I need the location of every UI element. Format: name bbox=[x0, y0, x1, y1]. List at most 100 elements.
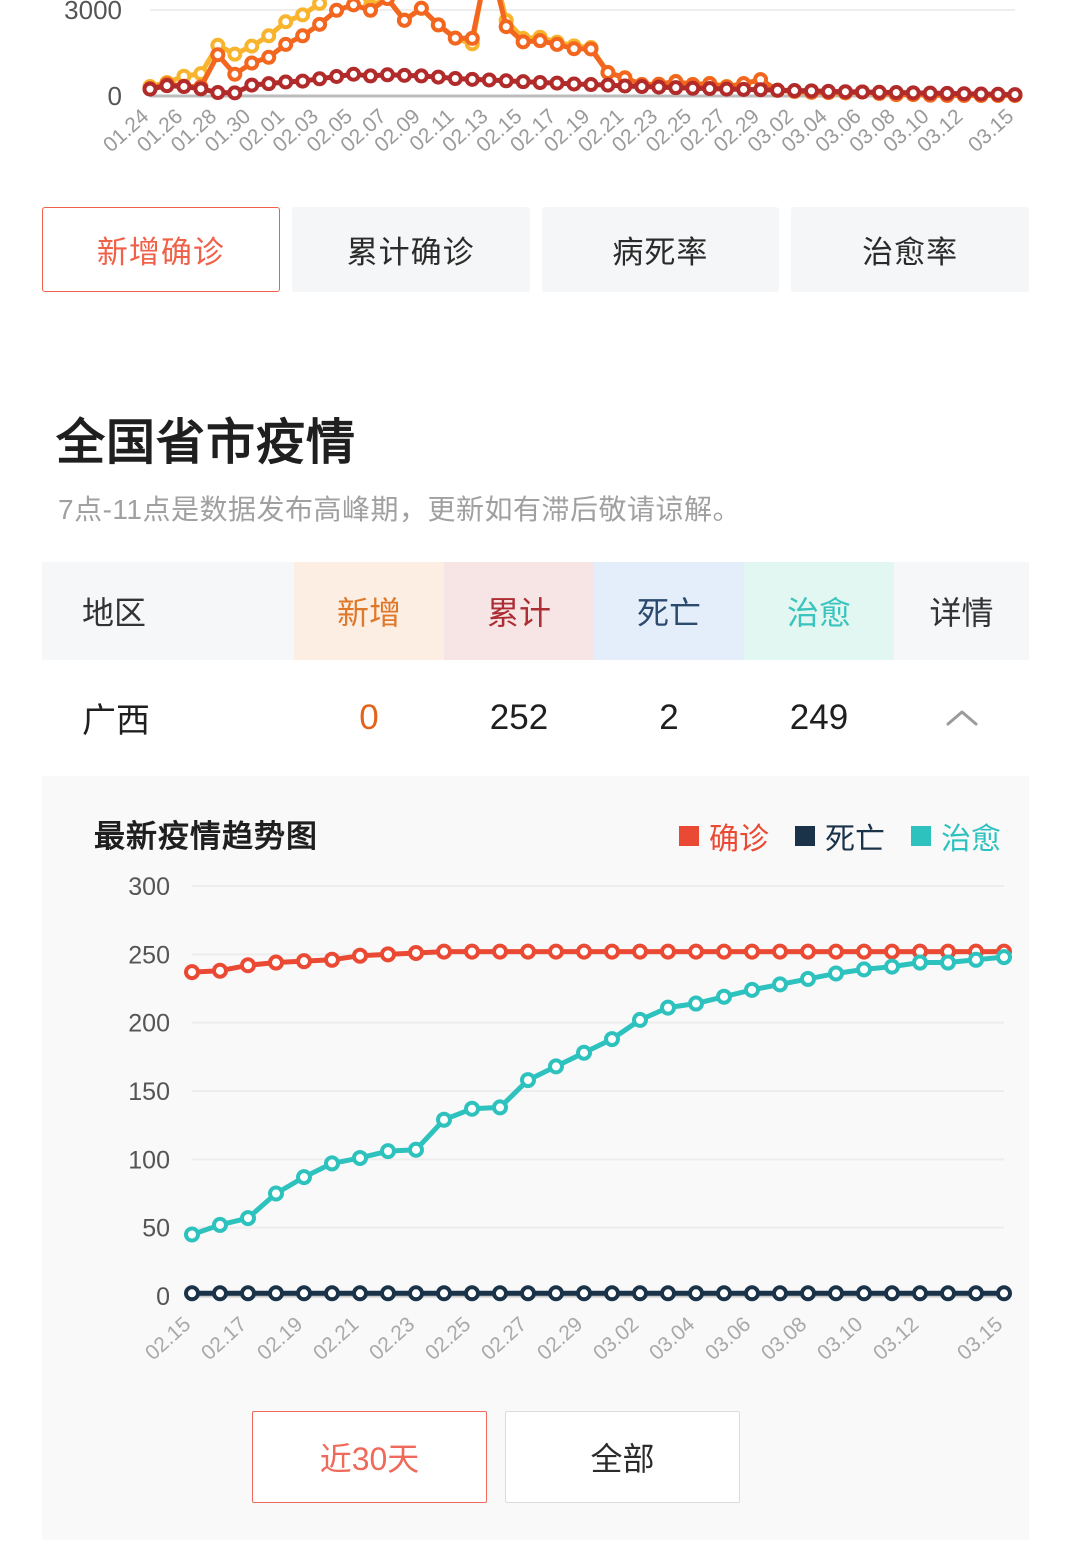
province-point bbox=[912, 954, 928, 971]
province-point bbox=[380, 946, 396, 963]
province-point bbox=[744, 981, 760, 998]
national-point bbox=[362, 2, 378, 18]
range-button-30days-label: 近30天 bbox=[319, 1441, 420, 1477]
national-point bbox=[464, 71, 480, 87]
province-point bbox=[464, 943, 480, 960]
table-row[interactable]: 广西 0 252 2 249 bbox=[42, 660, 1029, 775]
national-point bbox=[329, 69, 345, 85]
national-point bbox=[973, 86, 989, 102]
national-point bbox=[312, 0, 328, 11]
national-point bbox=[227, 66, 243, 82]
national-point bbox=[295, 28, 311, 44]
province-point bbox=[408, 1285, 424, 1302]
chevron-up-icon[interactable] bbox=[942, 706, 982, 730]
province-point bbox=[772, 943, 788, 960]
province-x-tick: 02.19 bbox=[253, 1313, 307, 1365]
national-point bbox=[159, 78, 175, 94]
province-point bbox=[912, 1285, 928, 1302]
tab-recovery-rate[interactable]: 治愈率 bbox=[791, 207, 1029, 292]
national-point bbox=[820, 83, 836, 99]
province-x-tick: 03.10 bbox=[813, 1313, 867, 1365]
province-x-tick: 03.12 bbox=[869, 1313, 923, 1365]
province-point bbox=[576, 1044, 592, 1061]
national-point bbox=[770, 82, 786, 98]
province-point bbox=[408, 944, 424, 961]
national-point bbox=[362, 68, 378, 84]
province-point bbox=[184, 1226, 200, 1243]
province-line-治愈 bbox=[189, 954, 1007, 1237]
national-point bbox=[413, 68, 429, 84]
province-point bbox=[996, 949, 1012, 966]
national-point bbox=[956, 86, 972, 102]
province-point bbox=[548, 1058, 564, 1075]
national-point bbox=[990, 86, 1006, 102]
tab-total-confirmed[interactable]: 累计确诊 bbox=[291, 207, 530, 292]
national-point bbox=[787, 83, 803, 99]
province-point bbox=[576, 943, 592, 960]
province-ytick-200: 200 bbox=[128, 1010, 170, 1038]
column-header-total: 累计 bbox=[444, 562, 594, 660]
province-point bbox=[212, 1285, 228, 1302]
province-ytick-50: 50 bbox=[142, 1215, 170, 1243]
province-point bbox=[884, 958, 900, 975]
province-chart-x-ticks: 02.15 02.17 02.19 02.21 02.23 02.25 02.27 02.29… bbox=[141, 1312, 1007, 1364]
province-point bbox=[436, 1285, 452, 1302]
national-point bbox=[905, 85, 921, 101]
tab-total-confirmed-label: 累计确诊 bbox=[346, 235, 475, 270]
province-point bbox=[884, 943, 900, 960]
province-point bbox=[660, 999, 676, 1016]
range-button-group: 近30天 全部 bbox=[252, 1411, 792, 1503]
national-point bbox=[583, 77, 599, 93]
tab-new-confirmed[interactable]: 新增确诊 bbox=[42, 207, 280, 292]
national-point bbox=[396, 12, 412, 28]
range-button-30days[interactable]: 近30天 bbox=[252, 1411, 487, 1503]
province-point bbox=[856, 961, 872, 978]
province-x-tick: 02.21 bbox=[309, 1313, 363, 1365]
national-point bbox=[922, 85, 938, 101]
province-point bbox=[240, 1210, 256, 1227]
national-ytick-3000: 3000 bbox=[64, 0, 122, 25]
province-x-tick: 02.27 bbox=[477, 1313, 531, 1365]
national-point bbox=[379, 67, 395, 83]
national-point bbox=[278, 14, 294, 30]
cell-death: 2 bbox=[659, 697, 679, 737]
range-button-all[interactable]: 全部 bbox=[505, 1411, 740, 1503]
province-x-tick: 02.29 bbox=[533, 1313, 587, 1365]
national-point bbox=[651, 79, 667, 95]
province-point bbox=[240, 957, 256, 974]
province-point bbox=[212, 962, 228, 979]
province-point bbox=[828, 943, 844, 960]
tab-fatality-rate[interactable]: 病死率 bbox=[541, 207, 780, 292]
province-chart-gridlines bbox=[192, 885, 1004, 1298]
province-point bbox=[688, 1285, 704, 1302]
column-header-cured: 治愈 bbox=[744, 562, 894, 660]
province-point bbox=[688, 995, 704, 1012]
national-point bbox=[210, 85, 226, 101]
national-point bbox=[227, 85, 243, 101]
national-point bbox=[498, 19, 514, 35]
province-trend-chart: 0 50 100 150 200 250 300 02.15 02.17 02.19 02.21 0… bbox=[42, 848, 1029, 1408]
province-point bbox=[268, 1285, 284, 1302]
national-point bbox=[719, 81, 735, 97]
province-point bbox=[940, 954, 956, 971]
province-point bbox=[352, 947, 368, 964]
national-point bbox=[617, 78, 633, 94]
province-point bbox=[660, 1285, 676, 1302]
province-point bbox=[212, 1216, 228, 1233]
national-series-group bbox=[142, 0, 1023, 103]
province-point bbox=[352, 1149, 368, 1166]
national-point bbox=[803, 83, 819, 99]
national-point bbox=[261, 49, 277, 65]
national-point bbox=[329, 2, 345, 18]
national-point bbox=[142, 81, 158, 97]
national-point bbox=[413, 0, 429, 16]
national-point bbox=[515, 34, 531, 50]
cell-detail-toggle[interactable] bbox=[894, 706, 1029, 730]
province-point bbox=[632, 1011, 648, 1028]
national-point bbox=[600, 77, 616, 93]
province-point bbox=[856, 943, 872, 960]
national-point bbox=[346, 0, 362, 13]
province-point bbox=[296, 953, 312, 970]
national-point bbox=[549, 75, 565, 91]
national-trend-chart: 3000 0 01.24 01.26 01.28 01.30 02.01 02.03 02.… bbox=[0, 0, 1071, 175]
